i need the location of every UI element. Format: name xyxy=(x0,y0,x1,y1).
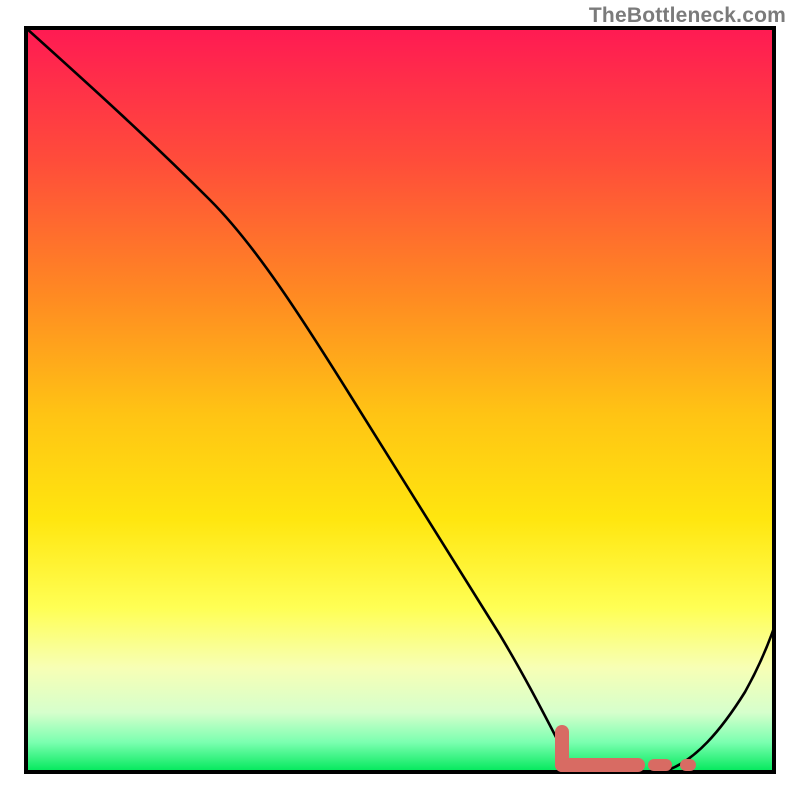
heat-background xyxy=(26,28,774,772)
chart-svg xyxy=(0,0,800,800)
chart-container: TheBottleneck.com xyxy=(0,0,800,800)
watermark-text: TheBottleneck.com xyxy=(589,4,786,28)
